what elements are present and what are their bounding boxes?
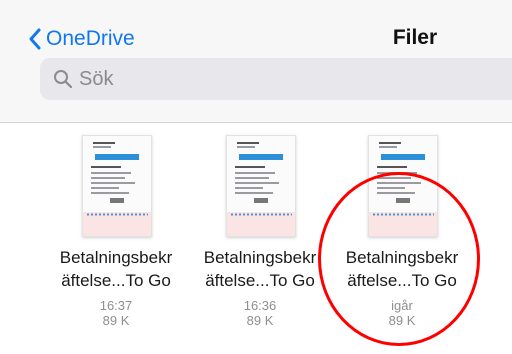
file-name-line-1: Betalningsbekr <box>59 248 173 267</box>
file-time: 16:36 <box>243 298 277 313</box>
navigation-bar: OneDrive Filer <box>0 0 512 50</box>
file-size: 89 K <box>102 313 130 328</box>
file-name-line-1: Betalningsbekr <box>345 248 459 267</box>
file-thumbnail <box>368 135 438 237</box>
file-time: igår <box>391 298 413 313</box>
file-size: 89 K <box>246 313 274 328</box>
file-thumbnail <box>226 135 296 237</box>
file-name-line-2: äftelse...To Go <box>61 271 171 290</box>
chevron-left-icon <box>28 28 46 50</box>
file-thumbnail <box>82 135 152 237</box>
file-name-line-2: äftelse...To Go <box>205 271 315 290</box>
search-area: Sök <box>0 50 512 123</box>
search-input[interactable]: Sök <box>40 58 512 100</box>
file-grid: Betalningsbekr äftelse...To Go 16:37 89 … <box>0 123 512 354</box>
page-title: Filer <box>392 26 438 49</box>
file-size: 89 K <box>388 313 416 328</box>
files-screen: OneDrive Filer Sök Betalningsbekr äftels… <box>0 0 512 354</box>
file-name-line-2: äftelse...To Go <box>347 271 457 290</box>
search-icon <box>40 69 79 89</box>
file-time: 16:37 <box>99 298 133 313</box>
back-button-label: OneDrive <box>46 27 135 50</box>
file-name: Betalningsbekr äftelse...To Go <box>332 246 472 292</box>
file-name: Betalningsbekr äftelse...To Go <box>190 246 330 292</box>
search-placeholder: Sök <box>79 67 114 90</box>
file-name: Betalningsbekr äftelse...To Go <box>46 246 186 292</box>
file-name-line-1: Betalningsbekr <box>203 248 317 267</box>
